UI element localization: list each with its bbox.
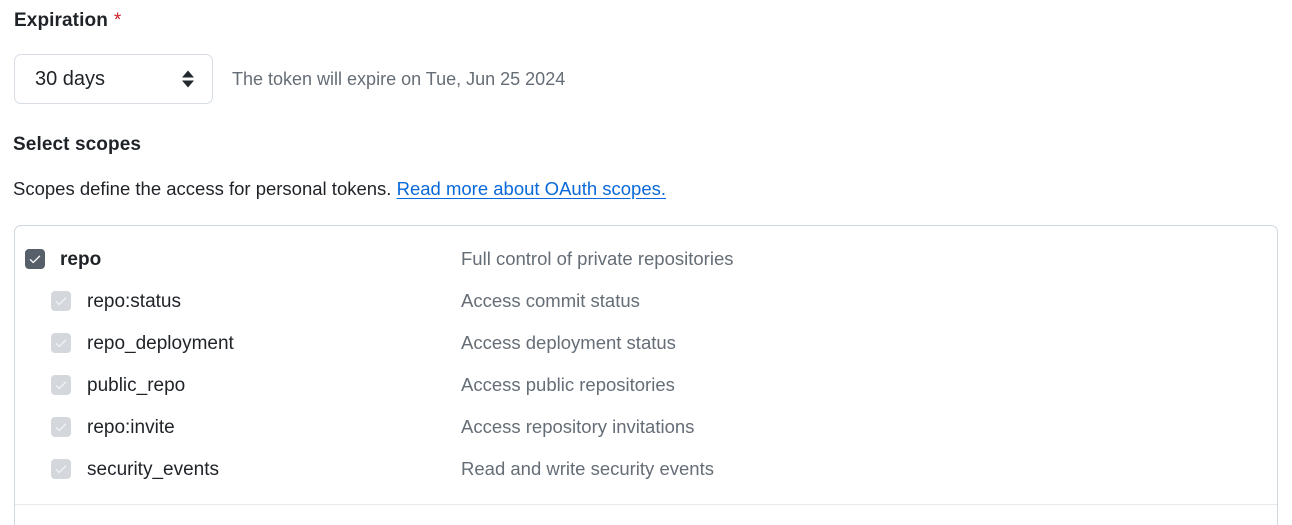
chevron-updown-icon	[182, 70, 194, 88]
checkbox-security-events	[51, 459, 71, 479]
scope-description: Access deployment status	[461, 331, 676, 353]
scope-row[interactable]: repo:status Access commit status	[15, 280, 1277, 322]
oauth-scopes-link[interactable]: Read more about OAuth scopes.	[397, 178, 666, 199]
scope-name: repo_deployment	[87, 332, 234, 354]
scopes-panel: repo Full control of private repositorie…	[14, 225, 1278, 525]
checkbox-repo-invite	[51, 417, 71, 437]
expiration-label: Expiration *	[14, 11, 121, 30]
scope-description: Access commit status	[461, 289, 640, 311]
checkbox-repo-status	[51, 291, 71, 311]
scope-row[interactable]: repo:invite Access repository invitation…	[15, 406, 1277, 448]
expiration-row: 30 days The token will expire on Tue, Ju…	[14, 54, 565, 104]
expiration-select-value: 30 days	[35, 68, 106, 90]
scope-row[interactable]: repo Full control of private repositorie…	[15, 238, 1277, 280]
required-asterisk: *	[113, 10, 122, 31]
scope-group-repo: repo Full control of private repositorie…	[15, 226, 1277, 505]
scope-description: Full control of private repositories	[461, 247, 734, 269]
select-scopes-heading: Select scopes	[13, 134, 142, 155]
token-scopes-form: Expiration * 30 days The token will expir…	[0, 0, 1292, 525]
scope-name: repo:invite	[87, 416, 175, 438]
scope-row[interactable]: security_events Read and write security …	[15, 448, 1277, 490]
scope-name: repo	[60, 248, 102, 270]
expiration-select[interactable]: 30 days	[14, 54, 213, 104]
scope-description: Access public repositories	[461, 373, 675, 395]
expiration-note: The token will expire on Tue, Jun 25 202…	[232, 69, 566, 89]
scopes-description-text: Scopes define the access for personal to…	[13, 178, 392, 199]
scope-name: public_repo	[87, 374, 186, 396]
scope-name: repo:status	[87, 290, 181, 312]
scope-row[interactable]: public_repo Access public repositories	[15, 364, 1277, 406]
checkbox-repo[interactable]	[25, 249, 45, 269]
scope-description: Read and write security events	[461, 457, 714, 479]
scope-name: security_events	[87, 458, 220, 480]
checkbox-repo-deployment	[51, 333, 71, 353]
scope-row[interactable]: repo_deployment Access deployment status	[15, 322, 1277, 364]
expiration-label-text: Expiration	[14, 10, 108, 31]
scope-group-divider	[15, 504, 1277, 505]
checkbox-public-repo	[51, 375, 71, 395]
scope-description: Access repository invitations	[461, 415, 695, 437]
scopes-description: Scopes define the access for personal to…	[13, 178, 666, 199]
